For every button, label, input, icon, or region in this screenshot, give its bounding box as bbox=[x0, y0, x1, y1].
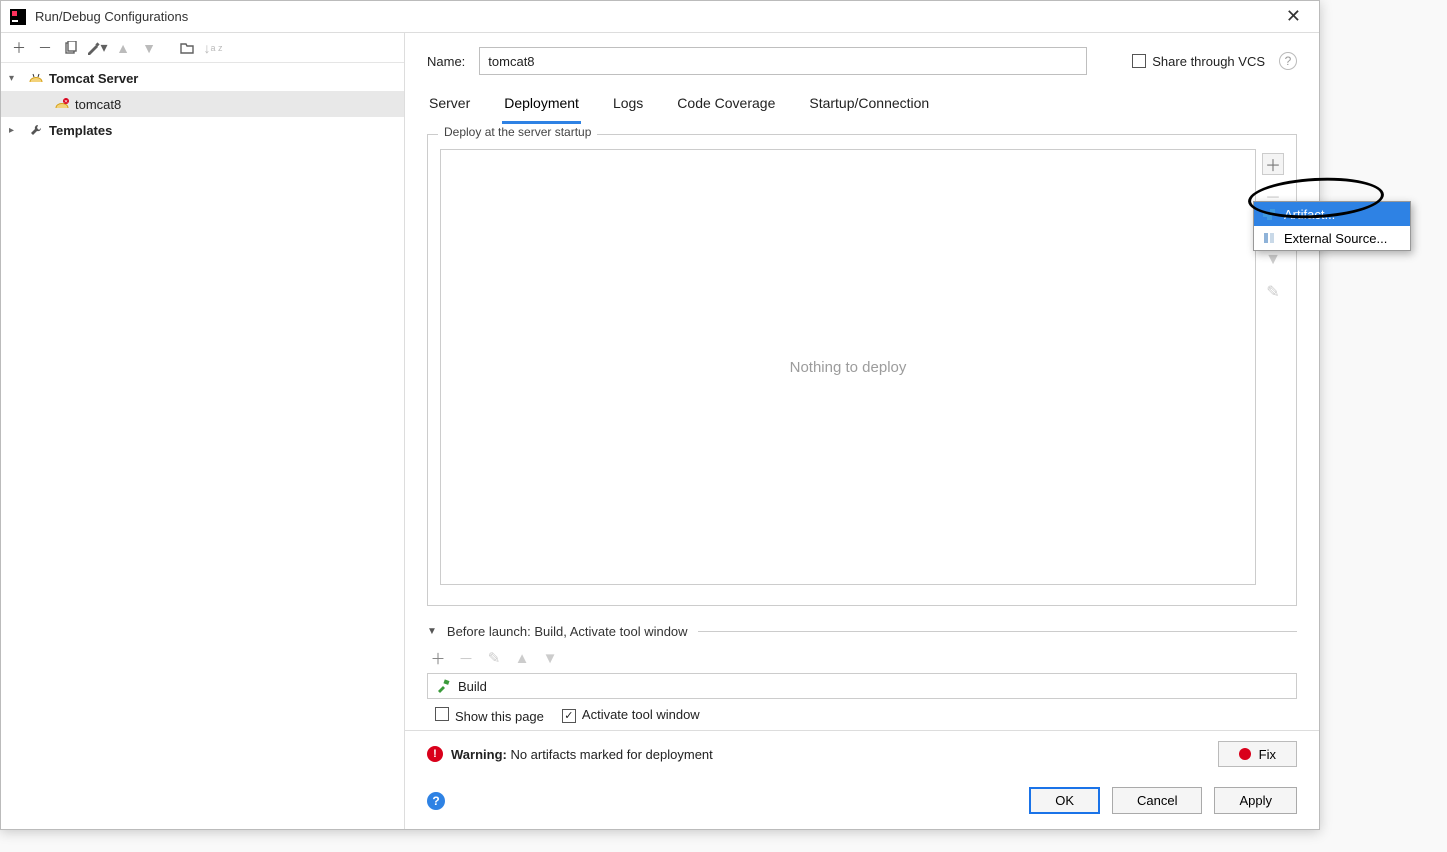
tomcat-icon bbox=[27, 72, 45, 84]
close-icon[interactable]: ✕ bbox=[1276, 2, 1311, 31]
move-up-button[interactable]: ▲ bbox=[111, 36, 135, 60]
run-config-dialog: Run/Debug Configurations ✕ ＋ － ▾ ▲ ▼ bbox=[0, 0, 1320, 830]
checkbox-icon[interactable] bbox=[1132, 54, 1146, 68]
deploy-list: Nothing to deploy bbox=[440, 149, 1256, 585]
before-launch-item-build[interactable]: Build bbox=[427, 673, 1297, 699]
add-config-button[interactable]: ＋ bbox=[7, 36, 31, 60]
tomcat-err-icon: ✕ bbox=[53, 98, 71, 110]
popup-item-external-source[interactable]: External Source... bbox=[1254, 226, 1410, 250]
deploy-add-button[interactable]: ＋ bbox=[1262, 153, 1284, 175]
share-through-vcs[interactable]: Share through VCS bbox=[1132, 54, 1265, 69]
deploy-panel: Deploy at the server startup Nothing to … bbox=[427, 134, 1297, 606]
separator-line bbox=[698, 631, 1297, 632]
cancel-button[interactable]: Cancel bbox=[1112, 787, 1202, 814]
name-row: Name: Share through VCS ? bbox=[405, 33, 1319, 81]
tree-node-tomcat-server[interactable]: ▾ Tomcat Server bbox=[1, 65, 404, 91]
titlebar: Run/Debug Configurations ✕ bbox=[1, 1, 1319, 33]
wrench-icon bbox=[27, 123, 45, 137]
dialog-body: ＋ － ▾ ▲ ▼ ↓a z bbox=[1, 33, 1319, 829]
chevron-right-icon: ▸ bbox=[9, 125, 23, 136]
before-launch-checks: Show this page ✓Activate tool window bbox=[427, 699, 1297, 724]
fix-button[interactable]: Fix bbox=[1218, 741, 1297, 767]
bl-remove-button[interactable]: － bbox=[455, 647, 477, 669]
before-launch-title: Before launch: Build, Activate tool wind… bbox=[447, 624, 688, 639]
tree-label: Templates bbox=[49, 123, 112, 138]
warning-text: No artifacts marked for deployment bbox=[507, 747, 713, 762]
tree-node-templates[interactable]: ▸ Templates bbox=[1, 117, 404, 143]
tree-label: tomcat8 bbox=[75, 97, 121, 112]
tree-label: Tomcat Server bbox=[49, 71, 138, 86]
remove-config-button[interactable]: － bbox=[33, 36, 57, 60]
chevron-down-icon: ▼ bbox=[427, 626, 437, 637]
intellij-icon bbox=[9, 8, 27, 26]
tab-server[interactable]: Server bbox=[427, 89, 472, 124]
share-help-icon[interactable]: ? bbox=[1279, 52, 1297, 70]
before-launch-section: ▼ Before launch: Build, Activate tool wi… bbox=[427, 624, 1297, 724]
bulb-icon bbox=[1239, 748, 1251, 760]
bl-up-button[interactable]: ▲ bbox=[511, 647, 533, 669]
svg-text:✕: ✕ bbox=[64, 99, 68, 105]
hammer-icon bbox=[436, 679, 450, 693]
bl-add-button[interactable]: ＋ bbox=[427, 647, 449, 669]
help-icon[interactable]: ? bbox=[427, 792, 445, 810]
build-item-label: Build bbox=[458, 679, 487, 694]
add-deploy-popup: Artifact... External Source... bbox=[1253, 201, 1411, 251]
ok-button[interactable]: OK bbox=[1029, 787, 1100, 814]
popup-label: External Source... bbox=[1284, 231, 1387, 246]
popup-label: Artifact... bbox=[1284, 207, 1335, 222]
config-name-input[interactable] bbox=[479, 47, 1087, 75]
copy-config-button[interactable] bbox=[59, 36, 83, 60]
artifact-icon bbox=[1262, 207, 1276, 221]
window-root: Run/Debug Configurations ✕ ＋ － ▾ ▲ ▼ bbox=[0, 0, 1447, 852]
main-panel: Name: Share through VCS ? Server Deploym… bbox=[405, 33, 1319, 829]
tree-node-tomcat8[interactable]: ✕ tomcat8 bbox=[1, 91, 404, 117]
bl-down-button[interactable]: ▼ bbox=[539, 647, 561, 669]
dialog-title: Run/Debug Configurations bbox=[35, 9, 188, 24]
bl-edit-button[interactable]: ✎ bbox=[483, 647, 505, 669]
tab-startup-connection[interactable]: Startup/Connection bbox=[807, 89, 931, 124]
warning-icon: ! bbox=[427, 746, 443, 762]
tab-logs[interactable]: Logs bbox=[611, 89, 645, 124]
activate-tool-window-checkbox[interactable]: ✓Activate tool window bbox=[562, 707, 700, 724]
chevron-down-icon: ▾ bbox=[9, 73, 23, 84]
tab-deployment[interactable]: Deployment bbox=[502, 89, 581, 124]
dialog-buttons: ? OK Cancel Apply bbox=[405, 777, 1319, 828]
config-sidebar: ＋ － ▾ ▲ ▼ ↓a z bbox=[1, 33, 405, 829]
config-tree: ▾ Tomcat Server ✕ tomcat8 ▸ bbox=[1, 63, 404, 829]
name-label: Name: bbox=[427, 54, 465, 69]
before-launch-toolbar: ＋ － ✎ ▲ ▼ bbox=[427, 639, 1297, 673]
folder-button[interactable] bbox=[175, 36, 199, 60]
before-launch-header[interactable]: ▼ Before launch: Build, Activate tool wi… bbox=[427, 624, 1297, 639]
show-this-page-checkbox[interactable]: Show this page bbox=[435, 707, 544, 724]
edit-settings-button[interactable]: ▾ bbox=[85, 36, 109, 60]
warning-bar: ! Warning: No artifacts marked for deplo… bbox=[405, 730, 1319, 777]
external-source-icon bbox=[1262, 231, 1276, 245]
tab-code-coverage[interactable]: Code Coverage bbox=[675, 89, 777, 124]
sort-button[interactable]: ↓a z bbox=[201, 36, 225, 60]
warning-label: Warning: bbox=[451, 747, 507, 762]
deploy-area: Nothing to deploy ＋ － ▲ ▼ ✎ bbox=[440, 149, 1284, 585]
apply-button[interactable]: Apply bbox=[1214, 787, 1297, 814]
sidebar-toolbar: ＋ － ▾ ▲ ▼ ↓a z bbox=[1, 33, 404, 63]
config-tabs: Server Deployment Logs Code Coverage Sta… bbox=[405, 81, 1319, 124]
deploy-empty-text: Nothing to deploy bbox=[790, 359, 907, 376]
deploy-panel-title: Deploy at the server startup bbox=[438, 125, 597, 139]
deploy-edit-button[interactable]: ✎ bbox=[1262, 281, 1284, 303]
deploy-down-button[interactable]: ▼ bbox=[1262, 249, 1284, 271]
share-label: Share through VCS bbox=[1152, 54, 1265, 69]
move-down-button[interactable]: ▼ bbox=[137, 36, 161, 60]
popup-item-artifact[interactable]: Artifact... bbox=[1254, 202, 1410, 226]
